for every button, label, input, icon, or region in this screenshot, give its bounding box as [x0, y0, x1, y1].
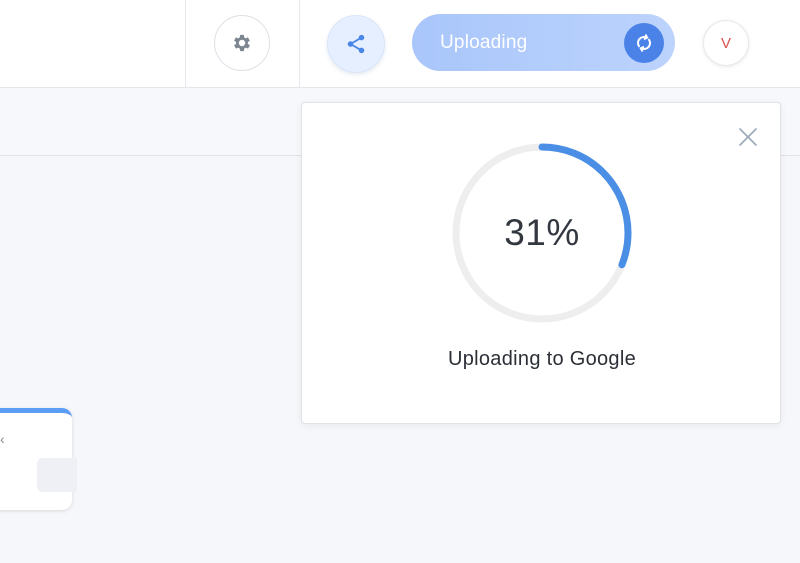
- toolbar-divider: [185, 0, 186, 88]
- toolbar-divider: [299, 0, 300, 88]
- share-icon: [347, 34, 365, 54]
- avatar[interactable]: V: [703, 20, 749, 66]
- progress-caption: Uploading to Google: [447, 348, 637, 370]
- gear-icon: [234, 34, 250, 52]
- share-button[interactable]: [327, 15, 385, 73]
- top-bar: Uploading V: [0, 0, 800, 88]
- uploading-button[interactable]: Uploading: [412, 14, 675, 71]
- settings-button[interactable]: [214, 15, 270, 71]
- uploading-label: Uploading: [440, 31, 528, 53]
- sync-icon: [624, 23, 664, 63]
- partial-card[interactable]: ‹: [0, 408, 77, 510]
- progress-percent: 31%: [504, 212, 580, 253]
- card-glyph: ‹: [0, 431, 5, 447]
- close-icon[interactable]: [736, 125, 760, 149]
- card-input[interactable]: [37, 458, 77, 492]
- upload-progress-popover: 31% Uploading to Google: [301, 102, 781, 424]
